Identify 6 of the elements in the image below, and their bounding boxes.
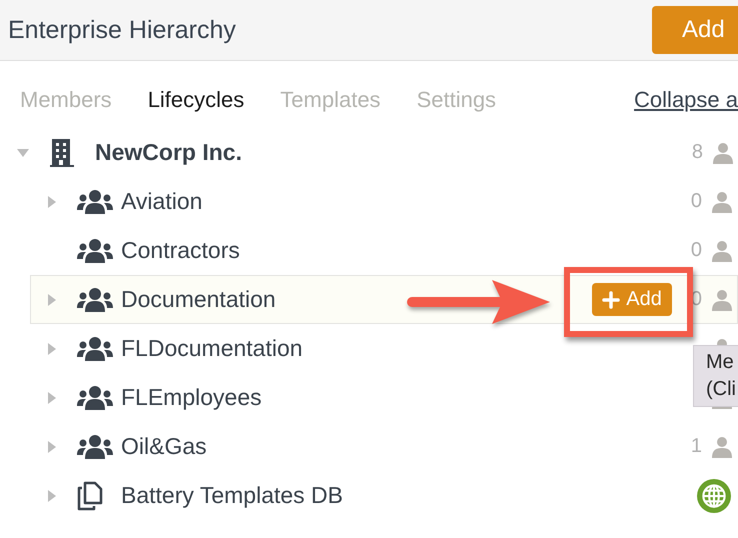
- member-count: 1: [690, 435, 702, 458]
- page-title: Enterprise Hierarchy: [8, 16, 236, 44]
- tooltip: Me (Cli: [693, 345, 738, 407]
- member-count: 0: [690, 190, 702, 213]
- member-count: 0: [690, 239, 702, 262]
- member-count: 8: [692, 141, 703, 164]
